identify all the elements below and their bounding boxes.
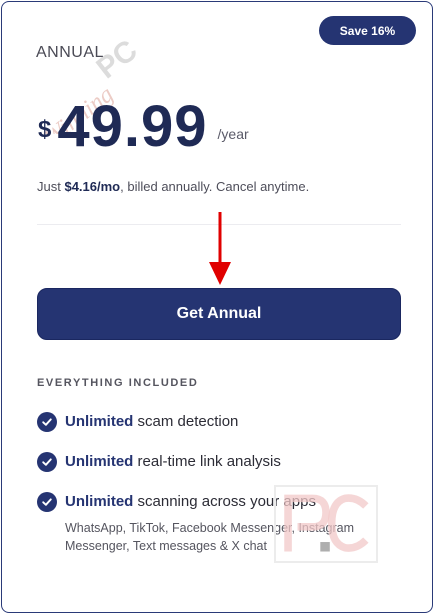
feature-apps-list: WhatsApp, TikTok, Facebook Messenger, In… [65,521,355,553]
feature-desc: scanning across your apps [133,493,316,510]
subtext-suffix: , billed annually. Cancel anytime. [120,179,310,194]
price-amount: 49.99 [57,94,208,159]
feature-text: Unlimited scam detection [65,412,238,432]
feature-desc: scam detection [133,413,239,430]
save-badge: Save 16% [319,16,416,45]
plan-name: ANNUAL [36,44,104,61]
price-currency: $ [38,116,52,143]
price-subtext: Just $4.16/mo, billed annually. Cancel a… [37,179,309,194]
feature-text: Unlimited real-time link analysis [65,452,281,472]
feature-highlight: Unlimited [65,493,134,510]
feature-item: Unlimited scanning across your apps [37,492,316,512]
check-circle-icon [37,412,57,432]
price: $ 49.99 /year [38,88,249,158]
arrow-down-icon [209,212,231,285]
check-circle-icon [37,492,57,512]
get-annual-button[interactable]: Get Annual [37,288,401,340]
pricing-card: Save 16% Winning PC ANNUAL $ 49.99 /year… [1,1,433,613]
feature-item: Unlimited real-time link analysis [37,452,281,472]
feature-item: Unlimited scam detection [37,412,238,432]
feature-highlight: Unlimited [65,413,134,430]
check-circle-icon [37,452,57,472]
included-title: EVERYTHING INCLUDED [37,377,199,389]
feature-text: Unlimited scanning across your apps [65,492,316,512]
feature-desc: real-time link analysis [133,453,281,470]
feature-highlight: Unlimited [65,453,134,470]
monthly-price: $4.16/mo [64,179,121,194]
price-period: /year [217,126,249,142]
subtext-prefix: Just [37,179,65,194]
